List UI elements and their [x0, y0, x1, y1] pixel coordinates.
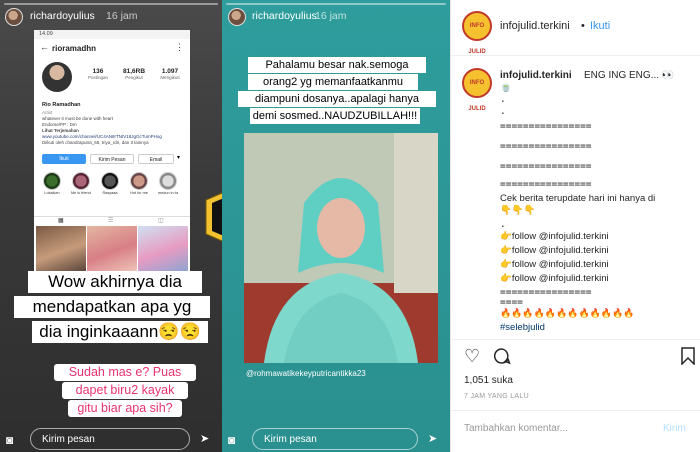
- divider: [451, 339, 700, 340]
- story-avatar[interactable]: [228, 8, 246, 26]
- story-photo: [244, 133, 438, 363]
- highlight-item: Lokalkan: [42, 172, 62, 195]
- caption-line: 👉follow @infojulid.terkini: [500, 245, 609, 256]
- phone-status-time: 14.09: [39, 31, 53, 37]
- story-comment-line: Sudah mas e? Puas: [54, 364, 196, 381]
- separator-dot: •: [581, 20, 585, 32]
- story-avatar[interactable]: [5, 8, 23, 26]
- story-time: 16 jam: [106, 10, 138, 22]
- story-panel-left: richardoyulius 16 jam 14.09 ← rioramadhn…: [0, 0, 222, 452]
- bookmark-icon[interactable]: [681, 347, 695, 370]
- caption-line: ================: [500, 121, 592, 132]
- follow-button: Ikuti: [42, 154, 86, 164]
- caption-line: ================: [500, 161, 592, 172]
- dropdown-icon: ▾: [177, 155, 181, 161]
- caption-line: 👉follow @infojulid.terkini: [500, 273, 609, 284]
- bio-text: Artist whatever it must be done with hea…: [42, 110, 162, 145]
- send-icon[interactable]: ➤: [428, 432, 437, 445]
- profile-avatar: [42, 62, 72, 92]
- caption-author-avatar[interactable]: INFO JULID: [462, 68, 492, 112]
- likes-count[interactable]: 1,051 suka: [464, 375, 513, 386]
- caption-first-line: ENG ING ENG... 👀: [584, 70, 675, 81]
- highlight-item: Me is friends: [71, 172, 91, 195]
- caption-line: ====: [500, 297, 523, 308]
- phone-status-bar: [34, 30, 190, 39]
- send-icon[interactable]: ➤: [200, 432, 209, 445]
- tagged-icon: ◫: [158, 218, 164, 224]
- story-caption-line: Pahalamu besar nak.semoga: [248, 57, 426, 73]
- caption-line: 👉follow @infojulid.terkini: [500, 259, 609, 270]
- story-caption-line: dia inginkaaann😒😒: [32, 321, 208, 343]
- grid-tabs: ▦ ☰ ◫: [34, 216, 190, 224]
- list-icon: ☰: [108, 218, 114, 224]
- stat-posts: 136 Postingan: [87, 68, 108, 80]
- story-caption-line: Wow akhirnya dia: [28, 271, 202, 293]
- camera-icon[interactable]: ◙: [228, 433, 235, 447]
- comment-input[interactable]: Tambahkan komentar...: [464, 423, 568, 434]
- story-caption-line: mendapatkan apa yg: [14, 296, 210, 318]
- follow-button[interactable]: Ikuti: [590, 20, 610, 32]
- caption-line: .: [500, 219, 506, 230]
- story-caption-line: orang2 yg memanfaatkanmu: [248, 74, 418, 90]
- caption-line: .: [500, 94, 506, 105]
- bio-name: Rio Ramadhan: [42, 102, 81, 108]
- story-progress-bar: [226, 3, 446, 5]
- post-panel: INFO JULID infojulid.terkini • Ikuti INF…: [450, 0, 700, 452]
- story-progress-bar: [4, 3, 218, 5]
- grid-icon: ▦: [58, 218, 64, 224]
- caption-line: ================: [500, 179, 592, 190]
- story-time: 16 jam: [315, 10, 347, 22]
- back-arrow-icon: ←: [40, 42, 49, 52]
- story-comment-line: gitu biar apa sih?: [68, 400, 182, 417]
- divider: [451, 410, 700, 411]
- hashtag-link[interactable]: #selebjulid: [500, 322, 545, 333]
- camera-icon[interactable]: ◙: [6, 433, 13, 447]
- highlight-item: Rasyaaa: [100, 172, 120, 195]
- story-username[interactable]: richardoyulius: [30, 10, 95, 22]
- story-caption-line: demi sosmed..NAUDZUBILLAH!!!: [250, 108, 420, 124]
- stat-following: 1.097 Mengikuti: [160, 68, 180, 80]
- story-username[interactable]: richardoyulius: [252, 10, 317, 22]
- photo-watermark: @rohmawatikekeyputricantikka23: [246, 369, 366, 378]
- caption-line: 👇👇👇: [500, 205, 536, 216]
- embedded-profile-screenshot: 14.09 ← rioramadhn ⋮ 136 Postingan 81,6RB…: [34, 30, 190, 278]
- caption-username[interactable]: infojulid.terkini: [500, 70, 572, 81]
- post-time[interactable]: 7 JAM YANG LALU: [464, 393, 529, 400]
- post-author-username[interactable]: infojulid.terkini: [500, 20, 570, 32]
- email-button: Email: [138, 154, 174, 164]
- caption-line: 👉follow @infojulid.terkini: [500, 231, 609, 242]
- reply-placeholder: Kirim pesan: [264, 434, 317, 445]
- profile-username: rioramadhn: [52, 44, 97, 53]
- highlight-item: Hot for me: [129, 172, 149, 195]
- caption-line: 🍵: [500, 82, 512, 93]
- highlight-item: medun in be: [158, 172, 178, 195]
- story-comment-line: dapet biru2 kayak: [62, 382, 188, 399]
- more-icon: ⋮: [175, 42, 184, 52]
- divider: [451, 55, 700, 56]
- comment-icon[interactable]: [493, 347, 511, 370]
- caption-line: Cek berita terupdate hari ini hanya di: [500, 193, 656, 204]
- caption-line: ================: [500, 141, 592, 152]
- caption-line: 🔥🔥🔥🔥🔥🔥🔥🔥🔥🔥🔥🔥: [500, 309, 635, 319]
- post-author-avatar[interactable]: INFO JULID: [462, 11, 492, 55]
- reply-placeholder: Kirim pesan: [42, 434, 95, 445]
- stat-followers: 81,6RB Pengikut: [122, 68, 146, 80]
- story-caption-line: diampuni dosanya..apalagi hanya: [238, 91, 436, 107]
- heart-icon[interactable]: ♡: [464, 346, 480, 367]
- message-button: Kirim Pesan: [90, 154, 134, 164]
- post-comment-button[interactable]: Kirim: [663, 423, 686, 434]
- caption-line: .: [500, 106, 506, 117]
